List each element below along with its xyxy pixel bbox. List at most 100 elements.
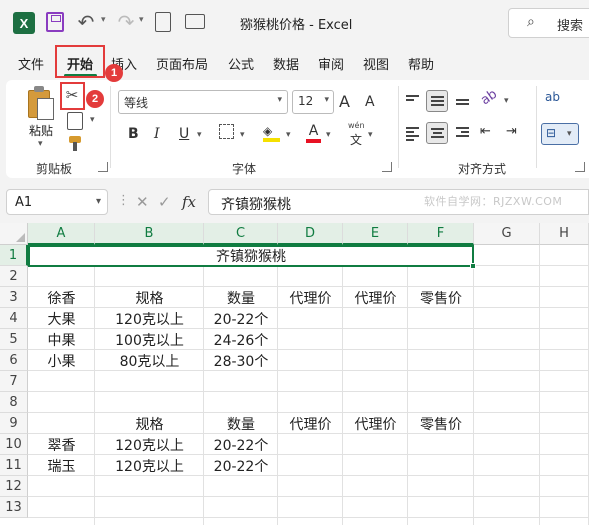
cell-a6[interactable]: 小果 — [28, 350, 95, 371]
cell-b6[interactable]: 80克以上 — [95, 350, 204, 371]
row-header-3[interactable]: 3 — [0, 287, 28, 308]
decrease-font-size-icon[interactable]: A — [365, 94, 375, 110]
column-header-a[interactable]: A — [28, 223, 95, 245]
fill-color-icon[interactable]: ◈ — [263, 124, 280, 142]
fill-handle[interactable] — [470, 263, 476, 269]
phonetic-guide-icon[interactable]: 文 — [350, 131, 362, 148]
cell-a3[interactable]: 徐香 — [28, 287, 95, 308]
cell-c6[interactable]: 28-30个 — [204, 350, 278, 371]
save-icon[interactable] — [46, 12, 64, 32]
tab-data[interactable]: 数据 — [273, 54, 299, 73]
align-center-icon[interactable] — [426, 122, 448, 144]
cell-b4[interactable]: 120克以上 — [95, 308, 204, 329]
font-launcher-icon[interactable] — [382, 162, 392, 172]
cell-c3[interactable]: 数量 — [204, 287, 278, 308]
column-header-h[interactable]: H — [540, 223, 589, 245]
cell-a10[interactable]: 翠香 — [28, 434, 95, 455]
row-header-1[interactable]: 1 — [0, 245, 28, 266]
column-header-c[interactable]: C — [204, 223, 278, 245]
name-box[interactable]: A1 ▾ — [6, 189, 108, 215]
undo-dropdown-icon[interactable]: ▾ — [101, 15, 106, 25]
align-bottom-icon[interactable] — [452, 90, 474, 112]
tab-review[interactable]: 审阅 — [318, 54, 344, 73]
cell-d9[interactable]: 代理价 — [278, 413, 343, 434]
wrap-text-icon[interactable]: ab — [545, 90, 560, 104]
underline-dropdown-icon[interactable]: ▾ — [197, 130, 202, 140]
tab-formulas[interactable]: 公式 — [228, 54, 254, 73]
copy-dropdown-icon[interactable]: ▾ — [90, 115, 95, 125]
alignment-launcher-icon[interactable] — [575, 162, 585, 172]
undo-icon[interactable]: ↶ — [74, 10, 98, 34]
cell-b3[interactable]: 规格 — [95, 287, 204, 308]
row-header-13[interactable]: 13 — [0, 497, 28, 518]
cell-e3[interactable]: 代理价 — [343, 287, 408, 308]
italic-icon[interactable]: I — [154, 126, 160, 142]
underline-icon[interactable]: U — [179, 126, 189, 142]
search-box[interactable]: ⌕ 搜索 — [508, 8, 589, 38]
row-header-7[interactable]: 7 — [0, 371, 28, 392]
cell-a11[interactable]: 瑞玉 — [28, 455, 95, 476]
worksheet-grid[interactable]: A B C D E F G H 1 2 3 4 5 6 7 8 9 10 11 12 13 齐镇猕猴桃 徐香 规格 数量 代理价代… — [0, 223, 589, 525]
clipboard-launcher-icon[interactable] — [98, 162, 108, 172]
row-header-9[interactable]: 9 — [0, 413, 28, 434]
align-right-icon[interactable] — [452, 122, 474, 144]
tab-help[interactable]: 帮助 — [408, 54, 434, 73]
cell-c5[interactable]: 24-26个 — [204, 329, 278, 350]
font-size-select[interactable]: 12 ▾ — [292, 90, 334, 114]
open-folder-icon[interactable] — [185, 14, 205, 29]
phonetic-dropdown-icon[interactable]: ▾ — [368, 130, 373, 140]
tab-file[interactable]: 文件 — [18, 54, 44, 73]
column-header-g[interactable]: G — [474, 223, 540, 245]
enter-icon[interactable]: ✓ — [158, 193, 171, 211]
cell-b10[interactable]: 120克以上 — [95, 434, 204, 455]
cancel-icon[interactable]: ✕ — [136, 193, 149, 211]
orientation-dropdown-icon[interactable]: ▾ — [504, 96, 509, 106]
paste-icon[interactable] — [28, 86, 56, 120]
cell-e9[interactable]: 代理价 — [343, 413, 408, 434]
column-header-e[interactable]: E — [343, 223, 408, 245]
column-header-f[interactable]: F — [408, 223, 474, 245]
row-header-11[interactable]: 11 — [0, 455, 28, 476]
new-document-icon[interactable] — [155, 12, 171, 32]
merge-center-button[interactable]: ⊟ ▾ — [541, 123, 579, 145]
cell-c11[interactable]: 20-22个 — [204, 455, 278, 476]
borders-icon[interactable] — [219, 124, 234, 139]
increase-font-size-icon[interactable]: A — [339, 92, 350, 111]
column-header-b[interactable]: B — [95, 223, 204, 245]
cell-b11[interactable]: 120克以上 — [95, 455, 204, 476]
cell-a5[interactable]: 中果 — [28, 329, 95, 350]
increase-indent-icon[interactable]: ⇥ — [506, 124, 517, 139]
format-painter-icon[interactable] — [67, 136, 83, 152]
bold-icon[interactable]: B — [128, 126, 139, 142]
paste-dropdown-icon[interactable]: ▾ — [38, 139, 43, 149]
copy-icon[interactable] — [67, 112, 83, 130]
tab-view[interactable]: 视图 — [363, 54, 389, 73]
cell-c10[interactable]: 20-22个 — [204, 434, 278, 455]
borders-dropdown-icon[interactable]: ▾ — [240, 130, 245, 140]
row-header-12[interactable]: 12 — [0, 476, 28, 497]
paste-button-label[interactable]: 粘贴 — [29, 122, 53, 139]
insert-function-icon[interactable]: fx — [182, 193, 196, 211]
select-all-button[interactable] — [0, 223, 28, 245]
cell-f3[interactable]: 零售价 — [408, 287, 474, 308]
cell-b9[interactable]: 规格 — [95, 413, 204, 434]
align-middle-icon[interactable] — [426, 90, 448, 112]
font-color-dropdown-icon[interactable]: ▾ — [326, 130, 331, 140]
row-header-2[interactable]: 2 — [0, 266, 28, 287]
tab-page-layout[interactable]: 页面布局 — [156, 54, 208, 73]
phonetic-guide-label[interactable]: wén — [348, 121, 365, 130]
cell-c9[interactable]: 数量 — [204, 413, 278, 434]
fill-color-dropdown-icon[interactable]: ▾ — [286, 130, 291, 140]
row-header-5[interactable]: 5 — [0, 329, 28, 350]
font-color-icon[interactable]: A — [306, 123, 321, 143]
row-header-8[interactable]: 8 — [0, 392, 28, 413]
cell-d3[interactable]: 代理价 — [278, 287, 343, 308]
row-header-10[interactable]: 10 — [0, 434, 28, 455]
align-top-icon[interactable] — [402, 90, 424, 112]
cell-b5[interactable]: 100克以上 — [95, 329, 204, 350]
row-header-6[interactable]: 6 — [0, 350, 28, 371]
cell-c4[interactable]: 20-22个 — [204, 308, 278, 329]
cell-f9[interactable]: 零售价 — [408, 413, 474, 434]
align-left-icon[interactable] — [402, 122, 424, 144]
row-header-4[interactable]: 4 — [0, 308, 28, 329]
